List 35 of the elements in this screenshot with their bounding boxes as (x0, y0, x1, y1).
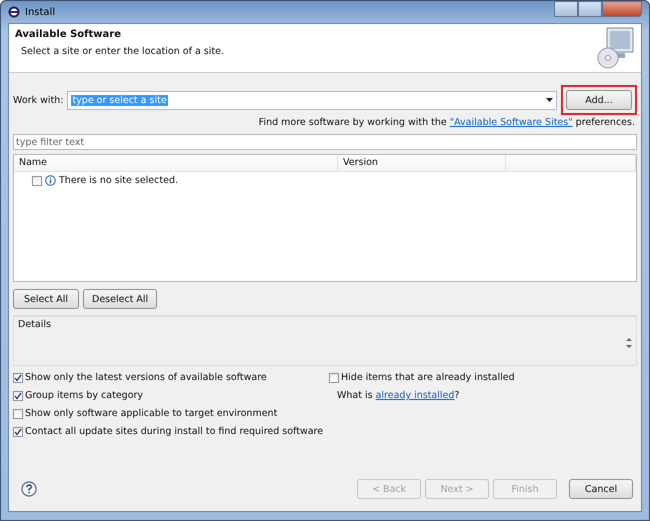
dropdown-caret-icon[interactable] (546, 98, 553, 102)
already-installed-text: What is already installed? (336, 390, 460, 401)
option-label[interactable]: Hide items that are already installed (341, 372, 515, 383)
help-icon[interactable] (21, 481, 37, 497)
selection-button[interactable]: Deselect All (83, 289, 158, 309)
maximize-button[interactable] (578, 1, 602, 17)
checkbox[interactable] (13, 426, 23, 436)
wizard-button[interactable]: Cancel (569, 479, 633, 499)
option-label[interactable]: Show only the latest versions of available software (25, 372, 267, 383)
column-header[interactable]: Version (338, 155, 506, 171)
table-cell: There is no site selected. (59, 175, 178, 186)
option-label[interactable]: Contact all update sites during install to find required software (25, 426, 324, 437)
option-label[interactable]: Group items by category (25, 390, 144, 401)
checkbox[interactable] (329, 372, 339, 382)
page-description: Select a site or enter the location of a site. (21, 46, 225, 57)
checkbox[interactable] (13, 372, 23, 382)
details-label: Details (18, 319, 52, 330)
page-title: Available Software (15, 29, 122, 40)
available-software-sites-link[interactable]: "Available Software Sites" (450, 117, 573, 128)
checkbox[interactable] (32, 176, 42, 186)
work-with-label: Work with: (13, 94, 64, 106)
filter-field[interactable]: type filter text (13, 134, 637, 150)
selection-button[interactable]: Select All (13, 289, 79, 309)
eclipse-icon (8, 6, 20, 18)
scroll-arrows-icon[interactable] (626, 337, 632, 349)
checkbox[interactable] (13, 390, 23, 400)
info-icon (45, 175, 56, 186)
option-label[interactable]: Show only software applicable to target environment (25, 408, 278, 419)
minimize-button[interactable] (554, 1, 578, 17)
sites-hint: Find more software by working with the "Available Software Sites" preferences. (258, 117, 635, 128)
add-button[interactable]: Add... (566, 90, 632, 110)
already-installed-link[interactable]: already installed (376, 390, 454, 401)
checkbox[interactable] (13, 408, 23, 418)
window-title: Install (25, 6, 56, 18)
column-header[interactable]: Name (14, 155, 338, 171)
